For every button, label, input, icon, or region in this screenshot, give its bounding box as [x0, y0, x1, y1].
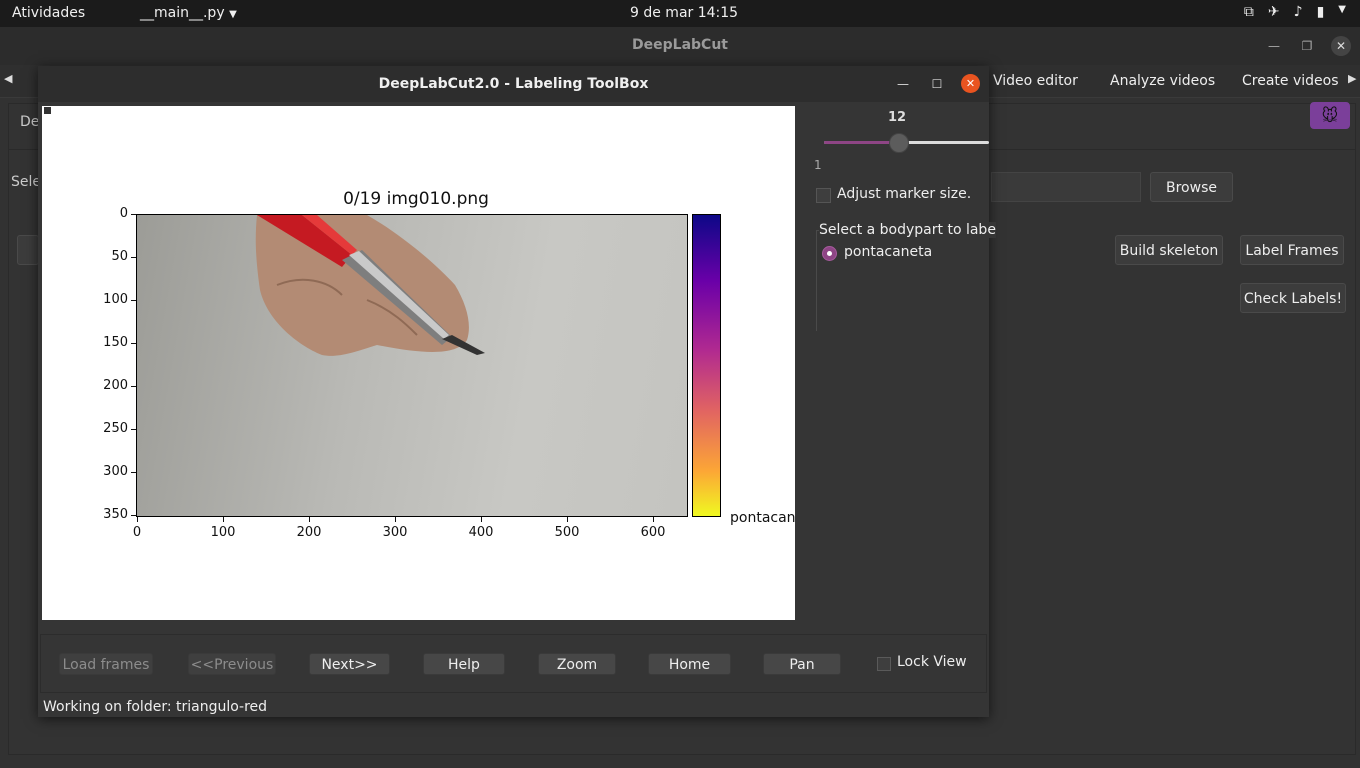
clock[interactable]: 9 de mar 14:15: [630, 5, 738, 21]
main-window-titlebar[interactable]: DeepLabCut — ❐ ✕: [0, 27, 1360, 65]
y-tick-label: 250: [103, 421, 128, 436]
airplane-icon[interactable]: ✈: [1268, 4, 1280, 20]
tab-video-editor[interactable]: Video editor: [993, 73, 1078, 89]
colorbar: [692, 214, 721, 517]
close-icon[interactable]: ✕: [1331, 36, 1351, 56]
toolbox-side-panel: 12 1 Adjust marker size. Select a bodypa…: [798, 102, 996, 662]
slider-fill: [824, 141, 899, 144]
adjust-marker-label: Adjust marker size.: [837, 186, 972, 202]
build-skeleton-button[interactable]: Build skeleton: [1115, 235, 1223, 265]
hand-with-pen-image: [255, 215, 485, 356]
app-menu[interactable]: __main__.py ▼: [140, 5, 237, 21]
y-tick-mark: [131, 386, 136, 387]
x-tick-mark: [481, 517, 482, 522]
x-tick-label: 100: [210, 525, 236, 540]
y-tick-mark: [131, 300, 136, 301]
canvas-handle-icon: [44, 107, 51, 114]
tab-scroll-left-icon[interactable]: ◀: [4, 72, 12, 85]
deeplabcut-logo-icon: 🐭: [1310, 102, 1350, 129]
check-labels-button[interactable]: Check Labels!: [1240, 283, 1346, 313]
adjust-marker-checkbox[interactable]: [816, 188, 831, 203]
marker-size-value: 12: [888, 110, 907, 125]
network-icon[interactable]: ⧉: [1244, 4, 1254, 20]
y-tick-label: 200: [103, 378, 128, 393]
previous-button[interactable]: <<Previous: [188, 653, 276, 675]
minimize-icon[interactable]: —: [1264, 36, 1284, 56]
x-tick-label: 200: [296, 525, 322, 540]
toolbox-titlebar[interactable]: DeepLabCut2.0 - Labeling ToolBox — ☐ ✕: [38, 66, 989, 102]
toolbox-title: DeepLabCut2.0 - Labeling ToolBox: [378, 76, 649, 92]
main-window-title: DeepLabCut: [632, 37, 728, 53]
activities-button[interactable]: Atividades: [12, 5, 85, 21]
zoom-button[interactable]: Zoom: [538, 653, 616, 675]
config-path-field[interactable]: [991, 172, 1141, 202]
x-tick-label: 0: [132, 525, 142, 540]
lock-view-label: Lock View: [897, 654, 967, 670]
select-label: Sele: [11, 174, 42, 190]
next-button[interactable]: Next>>: [309, 653, 390, 675]
x-tick-mark: [309, 517, 310, 522]
partial-tab-label: De: [20, 114, 40, 130]
bodypart-radio-label[interactable]: pontacaneta: [844, 244, 932, 260]
y-tick-label: 100: [103, 292, 128, 307]
home-button[interactable]: Home: [648, 653, 731, 675]
y-tick-mark: [131, 257, 136, 258]
bodypart-group-title: Select a bodypart to labe: [819, 222, 996, 238]
y-tick-mark: [131, 429, 136, 430]
volume-icon[interactable]: ♪: [1294, 4, 1303, 20]
system-tray[interactable]: ⧉ ✈ ♪ ▮ ▼: [1244, 4, 1346, 20]
x-tick-label: 600: [640, 525, 666, 540]
tab-scroll-right-icon[interactable]: ▶: [1348, 72, 1356, 85]
load-frames-button[interactable]: Load frames: [59, 653, 153, 675]
labeling-toolbox-window: DeepLabCut2.0 - Labeling ToolBox — ☐ ✕ 0…: [38, 66, 996, 717]
app-menu-label: __main__.py: [140, 5, 225, 21]
close-icon[interactable]: ✕: [961, 74, 980, 93]
pan-button[interactable]: Pan: [763, 653, 841, 675]
partial-button[interactable]: [17, 235, 39, 265]
x-tick-mark: [223, 517, 224, 522]
restore-icon[interactable]: ❐: [1297, 36, 1317, 56]
x-tick-mark: [137, 517, 138, 522]
x-tick-label: 500: [554, 525, 580, 540]
system-top-bar: Atividades __main__.py ▼ 9 de mar 14:15 …: [0, 0, 1360, 27]
y-tick-label: 50: [111, 249, 128, 264]
lock-view-checkbox[interactable]: [877, 657, 891, 671]
minimize-icon[interactable]: —: [893, 74, 913, 94]
y-tick-label: 150: [103, 335, 128, 350]
x-tick-mark: [567, 517, 568, 522]
marker-size-slider[interactable]: [824, 133, 989, 153]
slider-handle[interactable]: [889, 133, 910, 153]
plot-canvas[interactable]: 0/19 img010.png 0 50 100 150 200 250 300…: [42, 106, 796, 620]
y-tick-label: 300: [103, 464, 128, 479]
chevron-down-icon: ▼: [229, 9, 237, 20]
toolbox-button-bar: Load frames <<Previous Next>> Help Zoom …: [40, 634, 987, 693]
y-tick-mark: [131, 515, 136, 516]
x-tick-label: 400: [468, 525, 494, 540]
x-tick-label: 300: [382, 525, 408, 540]
tab-analyze-videos[interactable]: Analyze videos: [1110, 73, 1215, 89]
browse-button[interactable]: Browse: [1150, 172, 1233, 202]
plot-title: 0/19 img010.png: [343, 189, 489, 209]
y-tick-label: 350: [103, 507, 128, 522]
y-tick-label: 0: [119, 206, 128, 221]
battery-icon[interactable]: ▮: [1317, 4, 1325, 20]
y-tick-mark: [131, 472, 136, 473]
tab-create-videos[interactable]: Create videos: [1242, 73, 1339, 89]
x-tick-mark: [395, 517, 396, 522]
frame-image[interactable]: [136, 214, 688, 517]
bodypart-radio[interactable]: [822, 246, 837, 261]
maximize-icon[interactable]: ☐: [927, 74, 947, 94]
slider-min-label: 1: [814, 158, 822, 172]
colorbar-label: pontacan: [730, 510, 796, 526]
y-tick-mark: [131, 343, 136, 344]
label-frames-button[interactable]: Label Frames: [1240, 235, 1344, 265]
y-tick-mark: [131, 214, 136, 215]
status-bar: Working on folder: triangulo-red: [43, 699, 268, 715]
help-button[interactable]: Help: [423, 653, 505, 675]
x-tick-mark: [653, 517, 654, 522]
power-menu-icon[interactable]: ▼: [1338, 4, 1346, 20]
